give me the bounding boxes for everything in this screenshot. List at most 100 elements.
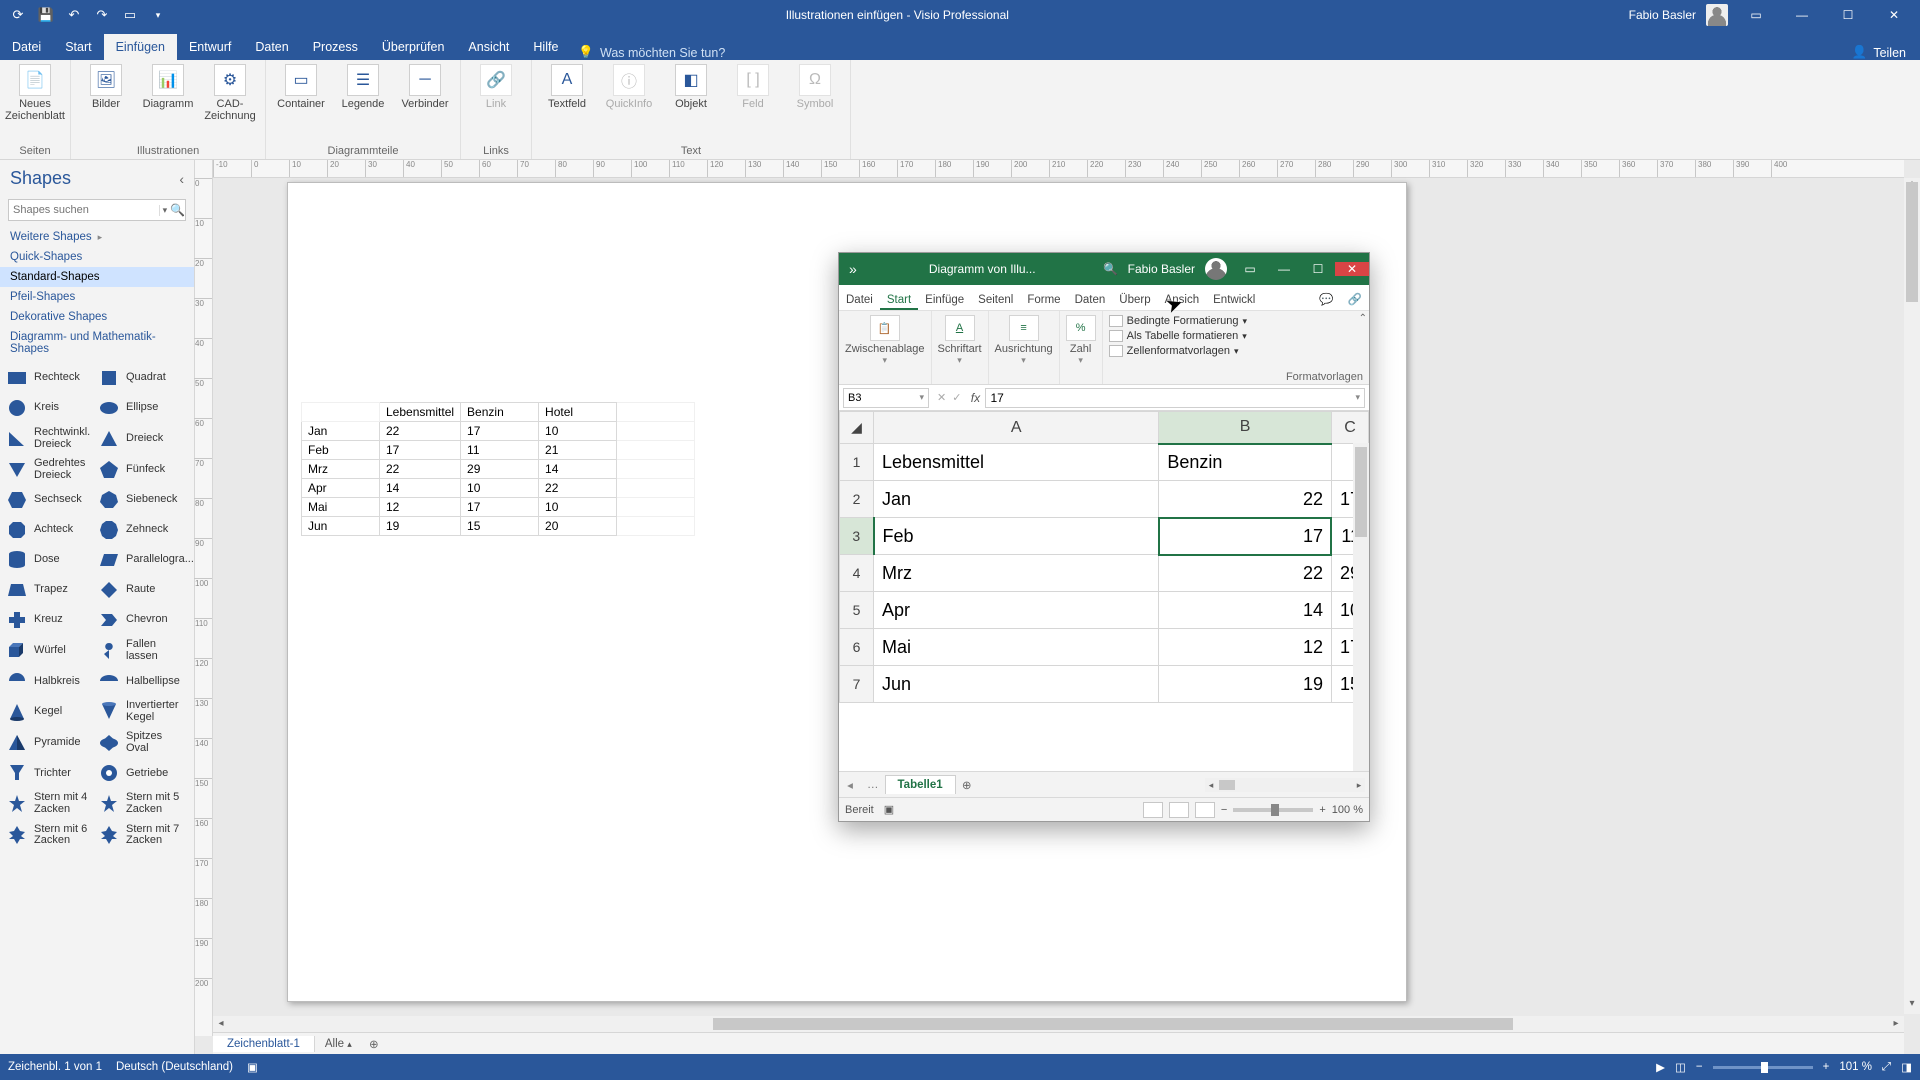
pictures-button[interactable]: 🖼Bilder [79,64,133,122]
shape-item[interactable]: Stern mit 4 Zacken [4,788,96,819]
tab-einfuegen[interactable]: Einfügen [104,34,177,60]
scroll-left-icon[interactable]: ◂ [213,1016,229,1032]
shapes-search-input[interactable] [9,204,159,216]
macro-rec-icon[interactable]: ▣ [884,803,894,816]
cell[interactable]: 17 [1159,518,1332,555]
touch-icon[interactable]: ▭ [122,7,138,23]
ribbon-options-icon[interactable]: ▭ [1738,0,1774,30]
shape-item[interactable]: Achteck [4,515,96,545]
cell[interactable]: 14 [1159,592,1332,629]
excel-close-button[interactable]: ✕ [1335,262,1369,276]
xl-tab-ansicht[interactable]: Ansich [1158,290,1207,310]
shape-item[interactable]: Halbellipse [96,666,188,696]
view-pagelayout-icon[interactable] [1169,802,1189,818]
container-button[interactable]: ▭Container [274,64,328,110]
tab-start[interactable]: Start [53,34,103,60]
excel-grid[interactable]: ◢ABC1LebensmittelBenzin2Jan22173Feb17114… [839,411,1369,771]
sheet-nav-prev[interactable]: ◂ [839,778,861,792]
minimize-button[interactable]: — [1784,0,1820,30]
tab-hilfe[interactable]: Hilfe [521,34,570,60]
fx-icon[interactable]: fx [965,391,985,405]
select-all-cell[interactable]: ◢ [840,412,874,444]
slider-knob[interactable] [1761,1062,1768,1073]
maximize-button[interactable]: ☐ [1830,0,1866,30]
redo-icon[interactable]: ↷ [94,7,110,23]
zoom-in-icon[interactable]: + [1823,1061,1830,1073]
add-sheet-button[interactable]: ⊕ [362,1037,386,1051]
macro-rec-icon[interactable]: ▣ [247,1060,258,1074]
cell[interactable]: Benzin [1159,444,1332,481]
excel-avatar-icon[interactable] [1205,258,1227,280]
shape-item[interactable]: Spitzes Oval [96,727,188,758]
user-avatar-icon[interactable] [1706,4,1728,26]
tell-me-box[interactable]: 💡 Was möchten Sie tun? [578,45,725,60]
shape-item[interactable]: Kreuz [4,605,96,635]
cad-button[interactable]: ⚙CAD-Zeichnung [203,64,257,122]
excel-vscroll[interactable] [1353,443,1369,771]
cell-styles-button[interactable]: Zellenformatvorlagen▾ [1109,345,1363,357]
cell[interactable]: Lebensmittel [874,444,1159,481]
cell[interactable]: 22 [1159,555,1332,592]
autosave-icon[interactable]: ⟳ [10,7,26,23]
shape-item[interactable]: Ellipse [96,393,188,423]
tab-daten[interactable]: Daten [243,34,300,60]
shape-item[interactable]: Trapez [4,575,96,605]
shape-item[interactable]: Fünfeck [96,454,188,485]
object-button[interactable]: ◧Objekt [664,64,718,110]
excel-maximize-button[interactable]: ☐ [1301,262,1335,276]
row-header[interactable]: 5 [840,592,874,629]
fit-window-icon[interactable]: ⤢ [1882,1061,1891,1074]
cell[interactable]: Mai [874,629,1159,666]
shape-item[interactable]: Dreieck [96,423,188,454]
cell[interactable]: Feb [874,518,1159,555]
shape-item[interactable]: Stern mit 5 Zacken [96,788,188,819]
zoom-in-icon[interactable]: + [1319,804,1325,816]
zoom-slider[interactable] [1233,808,1313,812]
scroll-thumb[interactable] [1355,447,1367,537]
shape-item[interactable]: Dose [4,545,96,575]
tab-ansicht[interactable]: Ansicht [456,34,521,60]
row-header[interactable]: 4 [840,555,874,592]
sheet-tab-1[interactable]: Zeichenblatt-1 [213,1036,315,1052]
row-header[interactable]: 6 [840,629,874,666]
presentation-mode-icon[interactable]: ▶ [1656,1060,1665,1074]
shape-item[interactable]: Rechtwinkl. Dreieck [4,423,96,454]
cell[interactable]: 22 [1159,481,1332,518]
sheet-tab-tabelle1[interactable]: Tabelle1 [885,775,956,794]
tab-prozess[interactable]: Prozess [301,34,370,60]
shape-item[interactable]: Halbkreis [4,666,96,696]
canvas-hscroll[interactable]: ◂ ▸ [213,1016,1904,1032]
shapes-panel-collapse-icon[interactable]: ‹ [179,171,184,187]
close-button[interactable]: ✕ [1876,0,1912,30]
legend-button[interactable]: ☰Legende [336,64,390,110]
excel-nav-icon[interactable]: » [839,261,867,277]
cat-standard[interactable]: Standard-Shapes [0,267,194,287]
col-header[interactable]: B [1159,412,1332,444]
number-icon[interactable]: % [1066,315,1096,341]
shape-item[interactable]: Raute [96,575,188,605]
embedded-data-table[interactable]: LebensmittelBenzinHotelJan221710Feb17112… [300,401,696,537]
row-header[interactable]: 2 [840,481,874,518]
shape-item[interactable]: Trichter [4,758,96,788]
xl-share-icon[interactable]: 🔗 [1341,288,1369,310]
cond-format-button[interactable]: Bedingte Formatierung▾ [1109,315,1363,327]
scroll-right-icon[interactable]: ▸ [1353,778,1365,792]
table-format-button[interactable]: Als Tabelle formatieren▾ [1109,330,1363,342]
xl-comments-icon[interactable]: 💬 [1312,288,1340,310]
scroll-thumb[interactable] [713,1018,1513,1030]
sheet-nav-dots[interactable]: … [861,779,885,791]
cat-quick[interactable]: Quick-Shapes [0,247,194,267]
xl-tab-start[interactable]: Start [880,290,918,310]
cell[interactable]: 12 [1159,629,1332,666]
excel-hscroll[interactable]: ◂ ▸ [1205,778,1365,792]
shape-item[interactable]: Kegel [4,696,96,727]
shape-item[interactable]: Stern mit 6 Zacken [4,820,96,851]
row-header[interactable]: 1 [840,444,874,481]
cat-dekorative[interactable]: Dekorative Shapes [0,307,194,327]
zoom-slider[interactable] [1713,1066,1813,1069]
view-pagebreak-icon[interactable] [1195,802,1215,818]
shape-item[interactable]: Rechteck [4,363,96,393]
sheet-tab-alle[interactable]: Alle ▴ [315,1036,362,1052]
xl-tab-entwickler[interactable]: Entwickl [1206,290,1262,310]
connector-button[interactable]: ─Verbinder [398,64,452,110]
